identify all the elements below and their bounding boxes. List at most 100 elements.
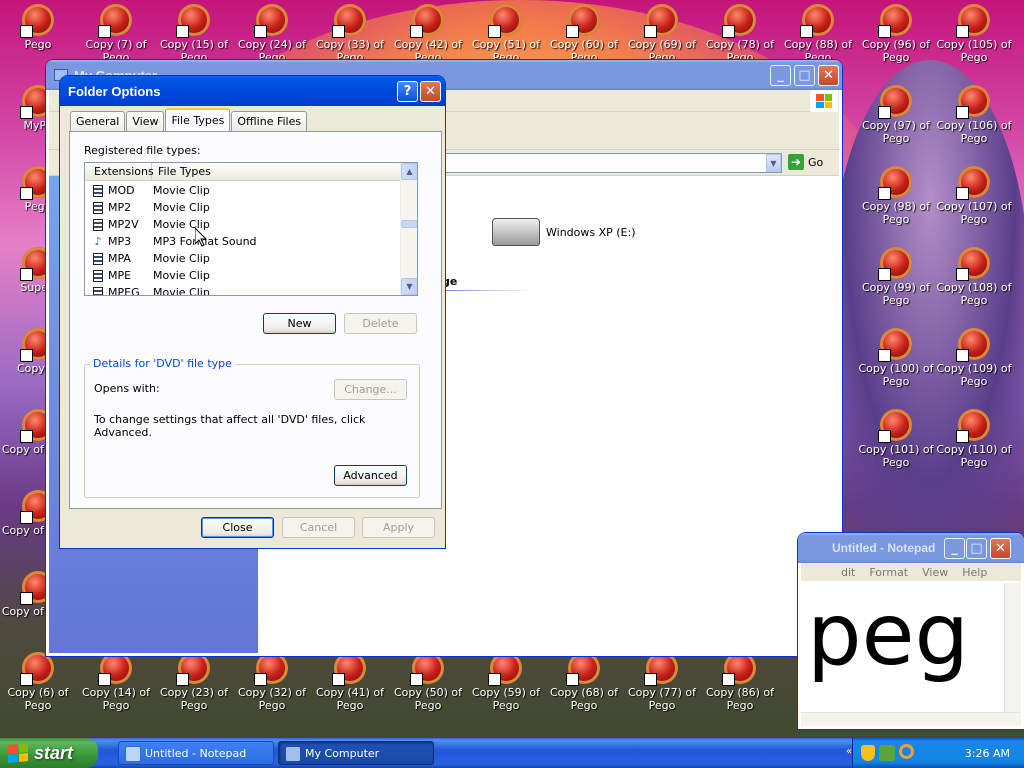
desktop-shortcut[interactable]: Copy (100) of Pego [858, 324, 934, 388]
delete-button[interactable]: Delete [344, 313, 417, 334]
menu-view[interactable]: View [922, 566, 948, 579]
new-button[interactable]: New [263, 313, 336, 334]
minimize-button[interactable]: _ [770, 65, 791, 86]
start-button[interactable]: start [0, 738, 98, 768]
desktop-shortcut[interactable]: Copy (15) of Pego [156, 0, 232, 64]
desktop-shortcut[interactable]: Copy (33) of Pego [312, 0, 388, 64]
desktop-shortcut[interactable]: Copy (109) of Pego [936, 324, 1012, 388]
desktop-shortcut[interactable]: Copy (110) of Pego [936, 405, 1012, 469]
desktop-shortcut[interactable]: Copy (42) of Pego [390, 0, 466, 64]
notepad-close-button[interactable]: ✕ [990, 538, 1011, 559]
list-item-type: Movie Clip [153, 201, 210, 214]
network-icon[interactable] [879, 745, 895, 761]
tab-offline-files[interactable]: Offline Files [231, 111, 308, 131]
notepad-window[interactable]: Untitled - Notepad _ □ ✕ dit Format View… [798, 533, 1024, 729]
list-item-extension: MOD [108, 184, 135, 197]
dialog-close-action-button[interactable]: Close [201, 517, 274, 538]
desktop-shortcut[interactable]: Pego [0, 0, 76, 64]
list-vscrollbar[interactable]: ▲ ▼ [400, 163, 417, 295]
desktop-shortcut[interactable]: Copy (105) of Pego [936, 0, 1012, 64]
desktop-shortcut[interactable]: Copy (77) of Pego [624, 648, 700, 712]
desktop-shortcut[interactable]: Copy (50) of Pego [390, 648, 466, 712]
notepad-text-area[interactable]: peg [801, 583, 1021, 726]
list-item[interactable]: MPE Movie Clip [85, 267, 400, 284]
security-shield-icon[interactable] [861, 745, 875, 761]
list-item[interactable]: MPEG Movie Clip [85, 284, 400, 295]
notepad-minimize-button[interactable]: _ [944, 538, 965, 559]
shortcut-label: Copy (106) of Pego [936, 119, 1012, 145]
folder-options-titlebar[interactable]: Folder Options [60, 76, 445, 106]
close-button[interactable]: ✕ [818, 65, 839, 86]
search-icon[interactable] [899, 744, 914, 759]
folder-options-dialog[interactable]: Folder Options ? ✕ General View File Typ… [60, 76, 445, 548]
list-item[interactable]: MP2V Movie Clip [85, 216, 400, 233]
column-extensions[interactable]: Extensions [88, 163, 154, 180]
desktop-shortcut[interactable]: Copy (96) of Pego [858, 0, 934, 64]
clock[interactable]: 3:26 AM [965, 747, 1010, 760]
column-file-types[interactable]: File Types [152, 163, 400, 180]
advanced-button[interactable]: Advanced [334, 465, 407, 486]
desktop-shortcut[interactable]: Copy (51) of Pego [468, 0, 544, 64]
taskbar-my-computer[interactable]: My Computer [278, 741, 434, 765]
shortcut-ball-icon [178, 652, 210, 684]
desktop-shortcut[interactable]: Copy (98) of Pego [858, 162, 934, 226]
apply-button[interactable]: Apply [362, 517, 435, 538]
desktop-shortcut[interactable]: Copy (101) of Pego [858, 405, 934, 469]
maximize-button[interactable]: □ [794, 65, 815, 86]
tab-general[interactable]: General [70, 111, 126, 131]
shortcut-ball-icon [880, 166, 912, 198]
scroll-up-button[interactable]: ▲ [401, 163, 417, 180]
notepad-maximize-button[interactable]: □ [966, 538, 987, 559]
desktop-shortcut[interactable]: Copy (68) of Pego [546, 648, 622, 712]
desktop-shortcut[interactable]: Copy (107) of Pego [936, 162, 1012, 226]
notepad-hscrollbar[interactable] [801, 712, 1021, 726]
shortcut-label: Copy (98) of Pego [861, 200, 931, 226]
cancel-button[interactable]: Cancel [282, 517, 355, 538]
list-item[interactable]: ♪ MP3 MP3 Format Sound [85, 233, 400, 250]
list-item[interactable]: MP2 Movie Clip [85, 199, 400, 216]
shortcut-ball-icon [568, 652, 600, 684]
tab-view[interactable]: View [126, 111, 165, 131]
shortcut-ball-icon [490, 652, 522, 684]
list-item[interactable]: MPA Movie Clip [85, 250, 400, 267]
desktop-shortcut[interactable]: Copy (6) of Pego [0, 648, 76, 712]
dialog-close-button[interactable]: ✕ [420, 81, 441, 102]
scroll-thumb[interactable] [401, 220, 417, 228]
menu-format[interactable]: Format [869, 566, 908, 579]
shortcut-ball-icon [958, 409, 990, 441]
desktop-shortcut[interactable]: Copy (69) of Pego [624, 0, 700, 64]
desktop-shortcut[interactable]: Copy (86) of Pego [702, 648, 778, 712]
desktop-shortcut[interactable]: Copy (88) of Pego [780, 0, 856, 64]
file-types-list[interactable]: Extensions File Types MOD Movie Clip MP2 Mo… [84, 162, 418, 296]
desktop-shortcut[interactable]: Copy (108) of Pego [936, 243, 1012, 307]
go-button[interactable]: ➜ Go [788, 154, 823, 170]
desktop-shortcut[interactable]: Copy (14) of Pego [78, 648, 154, 712]
desktop-shortcut[interactable]: Copy (78) of Pego [702, 0, 778, 64]
menu-help[interactable]: Help [962, 566, 987, 579]
movie-icon [93, 286, 103, 295]
drive-item[interactable]: Windows XP (E:) [492, 218, 636, 246]
change-button[interactable]: Change... [334, 379, 407, 400]
list-item[interactable]: MOD Movie Clip [85, 182, 400, 199]
desktop-shortcut[interactable]: Copy (23) of Pego [156, 648, 232, 712]
menu-edit[interactable]: dit [841, 566, 855, 579]
desktop-shortcut[interactable]: Copy (97) of Pego [858, 81, 934, 145]
desktop-shortcut[interactable]: Copy (32) of Pego [234, 648, 310, 712]
scroll-down-button[interactable]: ▼ [401, 278, 417, 295]
desktop-shortcut[interactable]: Copy (7) of Pego [78, 0, 154, 64]
desktop-shortcut[interactable]: Copy (60) of Pego [546, 0, 622, 64]
movie-icon [93, 184, 103, 197]
desktop-shortcut[interactable]: Copy (99) of Pego [858, 243, 934, 307]
dialog-title: Folder Options [68, 83, 161, 99]
desktop-shortcut[interactable]: Copy (24) of Pego [234, 0, 310, 64]
shortcut-label: Copy (108) of Pego [936, 281, 1012, 307]
notepad-vscrollbar[interactable] [1004, 583, 1021, 712]
desktop-shortcut[interactable]: Copy (59) of Pego [468, 648, 544, 712]
desktop-shortcut[interactable]: Copy (41) of Pego [312, 648, 388, 712]
desktop-shortcut[interactable]: Copy (106) of Pego [936, 81, 1012, 145]
taskbar-notepad[interactable]: Untitled - Notepad [118, 741, 274, 765]
tab-file-types[interactable]: File Types [165, 108, 231, 131]
address-dropdown-button[interactable]: ▼ [766, 154, 781, 172]
shortcut-label: Copy (59) of Pego [471, 686, 541, 712]
help-button[interactable]: ? [397, 81, 418, 102]
